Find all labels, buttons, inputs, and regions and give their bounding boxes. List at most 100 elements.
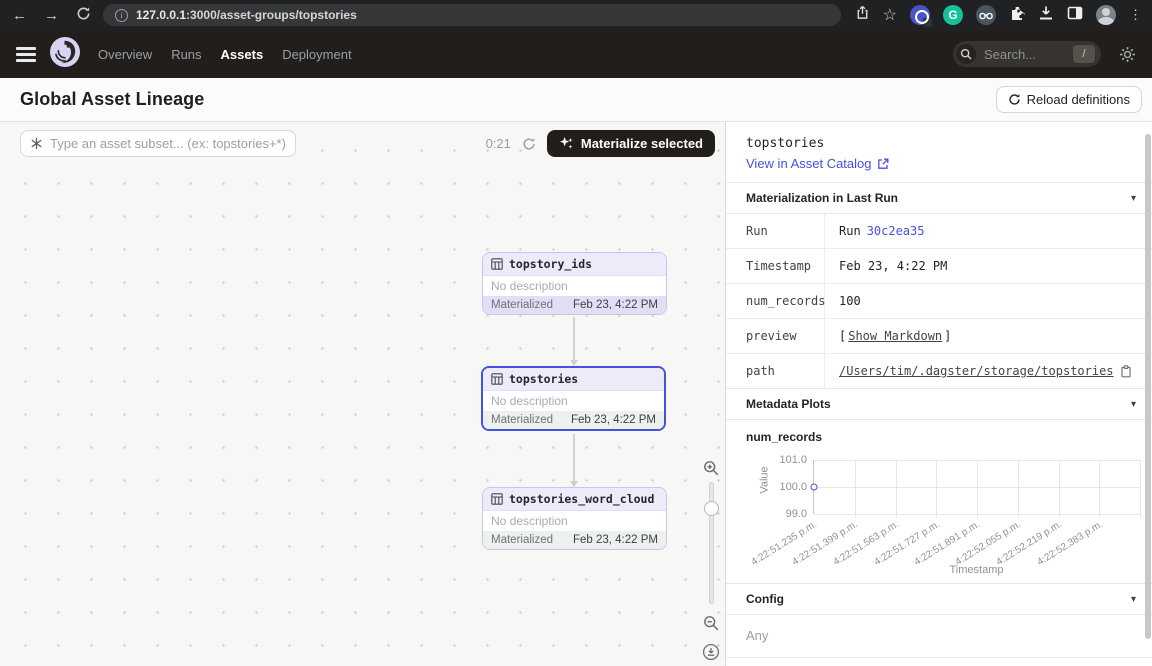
run-prefix: Run [839, 224, 861, 238]
asset-name: topstories_word_cloud [509, 492, 654, 506]
plot-area [813, 460, 1140, 514]
row-label: path [726, 354, 825, 388]
app-nav-bar: Overview Runs Assets Deployment Search..… [0, 30, 1152, 78]
table-icon [491, 258, 503, 270]
browser-forward-icon[interactable]: → [44, 8, 59, 23]
bracket: [ [839, 329, 846, 343]
asset-node-topstory-ids[interactable]: topstory_ids No description Materialized… [482, 252, 667, 315]
materialization-time: Feb 23, 4:22 PM [571, 414, 656, 426]
refresh-countdown: 0:21 [486, 136, 511, 151]
asset-selection-icon [29, 136, 44, 151]
dagster-logo[interactable] [50, 37, 80, 72]
bookmark-star-icon[interactable]: ☆ [883, 5, 897, 25]
side-panel-icon[interactable] [1067, 5, 1083, 26]
edge-topstory-ids-to-topstories [573, 317, 575, 365]
hamburger-menu-icon[interactable] [16, 47, 36, 62]
table-row-num-records: num_records 100 [726, 284, 1152, 319]
grammarly-extension-icon[interactable]: G [943, 5, 963, 25]
asset-name: topstory_ids [509, 257, 592, 271]
section-metadata-plots[interactable]: Metadata Plots ▾ [726, 388, 1152, 420]
asset-node-topstories-word-cloud[interactable]: topstories_word_cloud No description Mat… [482, 487, 667, 550]
external-link-icon [877, 158, 889, 170]
browser-profile-avatar[interactable] [1096, 5, 1116, 25]
asset-node-topstories[interactable]: topstories No description Materialized F… [481, 366, 666, 431]
section-title: Config [746, 592, 784, 606]
table-icon [491, 493, 503, 505]
browser-chrome: ← → i 127.0.0.1:3000/asset-groups/topsto… [0, 0, 1152, 30]
materialization-status: Materialized [491, 534, 553, 546]
materialization-status: Materialized [491, 414, 553, 426]
copy-clipboard-icon[interactable] [1120, 365, 1132, 378]
chevron-down-icon: ▾ [1131, 193, 1136, 204]
page-header: Global Asset Lineage Reload definitions [0, 78, 1152, 122]
zoom-in-icon[interactable] [703, 460, 720, 477]
graph-refresh-icon[interactable] [522, 137, 536, 151]
nav-item-overview[interactable]: Overview [98, 47, 152, 62]
config-value: Any [726, 615, 1152, 658]
chevron-down-icon: ▾ [1131, 594, 1136, 605]
section-materialization-last-run[interactable]: Materialization in Last Run ▾ [726, 182, 1152, 214]
zoom-slider[interactable] [709, 482, 714, 604]
edge-topstories-to-word-cloud [573, 434, 575, 486]
row-value: Feb 23, 4:22 PM [825, 249, 1152, 283]
section-config[interactable]: Config ▾ [726, 583, 1152, 615]
section-type[interactable]: Type ▾ [726, 657, 1152, 666]
site-info-icon[interactable]: i [115, 9, 128, 22]
asset-graph-panel[interactable]: 0:21 Materialize selected t [0, 122, 726, 666]
run-id-link[interactable]: 30c2ea35 [867, 224, 925, 238]
zoom-slider-handle[interactable] [704, 501, 719, 516]
share-icon[interactable] [855, 5, 870, 25]
search-shortcut-badge: / [1073, 45, 1095, 63]
reload-definitions-button[interactable]: Reload definitions [996, 86, 1142, 113]
materialize-selected-button[interactable]: Materialize selected [547, 130, 715, 157]
table-row-timestamp: Timestamp Feb 23, 4:22 PM [726, 249, 1152, 284]
row-label: num_records [726, 284, 825, 318]
materialization-time: Feb 23, 4:22 PM [573, 534, 658, 546]
metadata-plot: num_records Value 101.0 100.0 99.0 [726, 420, 1152, 576]
section-title: Materialization in Last Run [746, 191, 898, 205]
extensions-puzzle-icon[interactable] [1009, 5, 1025, 26]
global-search-input[interactable]: Search... / [953, 41, 1101, 67]
show-markdown-link[interactable]: Show Markdown [848, 329, 942, 343]
table-row-preview: preview [ Show Markdown ] [726, 319, 1152, 354]
search-placeholder: Search... [984, 47, 1065, 62]
nav-item-deployment[interactable]: Deployment [282, 47, 351, 62]
view-in-asset-catalog-link[interactable]: View in Asset Catalog [726, 153, 1152, 183]
row-value: 100 [825, 284, 1152, 318]
details-scrollbar[interactable] [1145, 134, 1151, 639]
asset-name: topstories [509, 372, 578, 386]
chevron-down-icon: ▾ [1131, 399, 1136, 410]
reload-icon [1008, 93, 1021, 106]
x-axis-label: Timestamp [813, 564, 1140, 576]
path-link[interactable]: /Users/tim/.dagster/storage/topstories [839, 364, 1114, 378]
browser-address-bar[interactable]: i 127.0.0.1:3000/asset-groups/topstories [103, 4, 841, 26]
table-row-path: path /Users/tim/.dagster/storage/topstor… [726, 354, 1152, 389]
y-tick: 99.0 [767, 508, 807, 520]
nav-item-runs[interactable]: Runs [171, 47, 201, 62]
url-path: :3000/asset-groups/topstories [186, 8, 357, 22]
settings-gear-icon[interactable] [1119, 46, 1136, 63]
materialization-time: Feb 23, 4:22 PM [573, 299, 658, 311]
nav-item-assets[interactable]: Assets [221, 47, 264, 62]
onepassword-extension-icon[interactable] [910, 5, 930, 25]
row-label: Run [726, 214, 825, 248]
bracket: ] [944, 329, 951, 343]
browser-menu-icon[interactable]: ⋮ [1129, 7, 1142, 23]
download-icon[interactable] [1038, 5, 1054, 26]
row-label: Timestamp [726, 249, 825, 283]
browser-back-icon[interactable]: ← [12, 8, 27, 23]
asset-description: No description [483, 276, 666, 296]
sparkle-icon [559, 136, 574, 151]
table-row-run: Run Run 30c2ea35 [726, 214, 1152, 249]
asset-details-panel: topstories View in Asset Catalog Materia… [726, 122, 1152, 666]
asset-subset-filter-input[interactable] [20, 130, 296, 157]
browser-refresh-icon[interactable] [76, 6, 91, 24]
page-title: Global Asset Lineage [20, 89, 204, 110]
catalog-link-label: View in Asset Catalog [746, 156, 872, 171]
reader-extension-icon[interactable] [976, 5, 996, 25]
table-icon [491, 373, 503, 385]
zoom-out-icon[interactable] [703, 615, 720, 632]
primary-nav: Overview Runs Assets Deployment [98, 47, 352, 62]
section-title: Metadata Plots [746, 397, 831, 411]
zoom-to-fit-icon[interactable] [702, 643, 720, 661]
